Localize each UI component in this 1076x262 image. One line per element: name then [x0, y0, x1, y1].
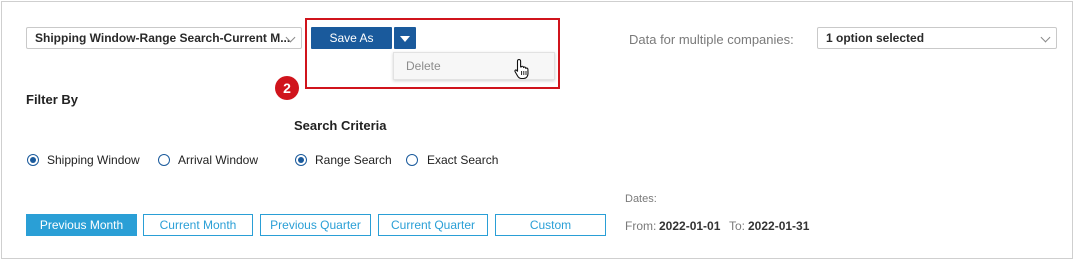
- previous-quarter-button[interactable]: Previous Quarter: [260, 214, 371, 236]
- companies-select-value: 1 option selected: [826, 31, 925, 45]
- from-date-value: 2022-01-01: [659, 219, 721, 233]
- radio-label-exact-search[interactable]: Exact Search: [427, 153, 498, 167]
- dates-label: Dates:: [625, 193, 657, 205]
- previous-month-button[interactable]: Previous Month: [26, 214, 137, 236]
- search-criteria-heading: Search Criteria: [294, 118, 387, 133]
- to-label: To:: [729, 219, 746, 233]
- radio-arrival-window[interactable]: [158, 154, 170, 166]
- radio-shipping-window[interactable]: [27, 154, 39, 166]
- search-panel: Shipping Window-Range Search-Current M..…: [1, 1, 1073, 259]
- current-quarter-button[interactable]: Current Quarter: [378, 214, 488, 236]
- radio-label-range-search[interactable]: Range Search: [315, 153, 392, 167]
- radio-range-search[interactable]: [295, 154, 307, 166]
- custom-button[interactable]: Custom: [495, 214, 606, 236]
- filter-by-heading: Filter By: [26, 92, 79, 107]
- from-label: From:: [625, 219, 657, 233]
- radio-exact-search[interactable]: [406, 154, 418, 166]
- companies-label: Data for multiple companies:: [629, 32, 794, 47]
- to-date-value: 2022-01-31: [748, 219, 810, 233]
- saved-search-select[interactable]: Shipping Window-Range Search-Current M..…: [26, 27, 302, 49]
- radio-label-arrival-window[interactable]: Arrival Window: [178, 153, 258, 167]
- saved-search-value: Shipping Window-Range Search-Current M..…: [35, 31, 291, 45]
- annotation-highlight-box: [305, 18, 560, 89]
- radio-label-shipping-window[interactable]: Shipping Window: [47, 153, 140, 167]
- companies-select[interactable]: 1 option selected: [817, 27, 1057, 49]
- annotation-step-badge: 2: [275, 76, 299, 100]
- chevron-down-icon: [1040, 32, 1051, 43]
- current-month-button[interactable]: Current Month: [143, 214, 253, 236]
